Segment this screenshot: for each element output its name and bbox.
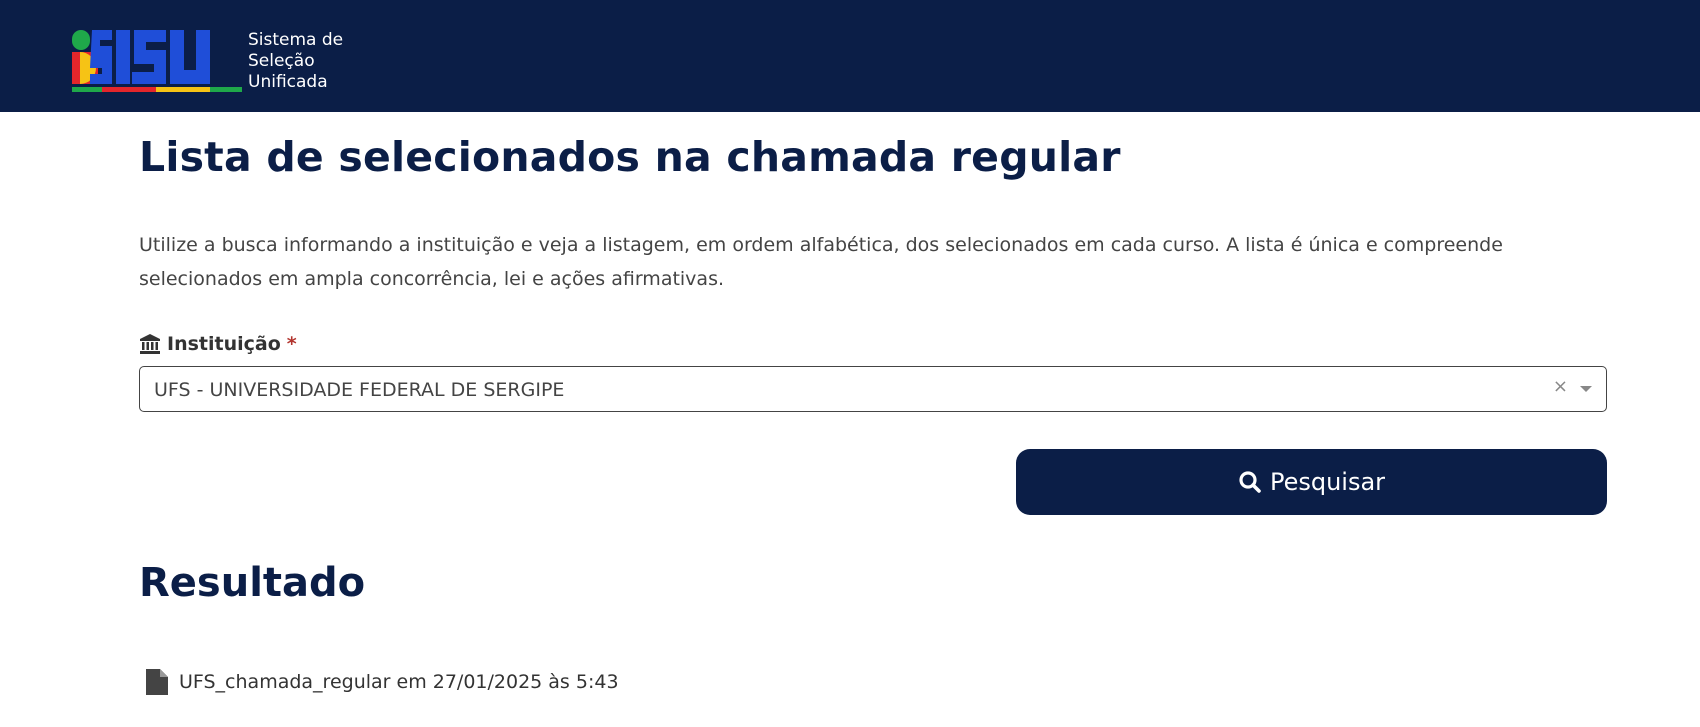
result-file-link[interactable]: UFS_chamada_regular em 27/01/2025 às 5:4… bbox=[179, 671, 619, 693]
close-icon[interactable]: × bbox=[1553, 376, 1568, 397]
tagline-line-2: Seleção bbox=[248, 51, 315, 71]
result-heading: Resultado bbox=[139, 560, 366, 606]
institution-icon bbox=[140, 334, 160, 354]
logo-tagline: Sistema de Seleção Unificada bbox=[248, 30, 343, 93]
sisu-logo[interactable] bbox=[72, 30, 242, 94]
search-button[interactable]: Pesquisar bbox=[1016, 449, 1607, 515]
tagline-line-3: Unificada bbox=[248, 72, 328, 92]
institution-select[interactable]: UFS - UNIVERSIDADE FEDERAL DE SERGIPE × bbox=[139, 366, 1607, 412]
search-icon bbox=[1239, 471, 1261, 493]
page-description: Utilize a busca informando a instituição… bbox=[139, 234, 1503, 290]
institution-label: Instituição * bbox=[139, 333, 297, 355]
result-file-item[interactable]: UFS_chamada_regular em 27/01/2025 às 5:4… bbox=[145, 668, 619, 696]
institution-label-text: Instituição bbox=[167, 333, 281, 355]
file-icon bbox=[146, 669, 168, 695]
caret-down-icon[interactable] bbox=[1580, 386, 1592, 392]
top-header: Sistema de Seleção Unificada bbox=[0, 0, 1700, 112]
required-marker: * bbox=[286, 333, 297, 355]
tagline-line-1: Sistema de bbox=[248, 30, 344, 50]
search-button-label: Pesquisar bbox=[1269, 468, 1386, 496]
page-title: Lista de selecionados na chamada regular bbox=[139, 133, 1121, 181]
institution-select-value: UFS - UNIVERSIDADE FEDERAL DE SERGIPE bbox=[154, 379, 565, 401]
